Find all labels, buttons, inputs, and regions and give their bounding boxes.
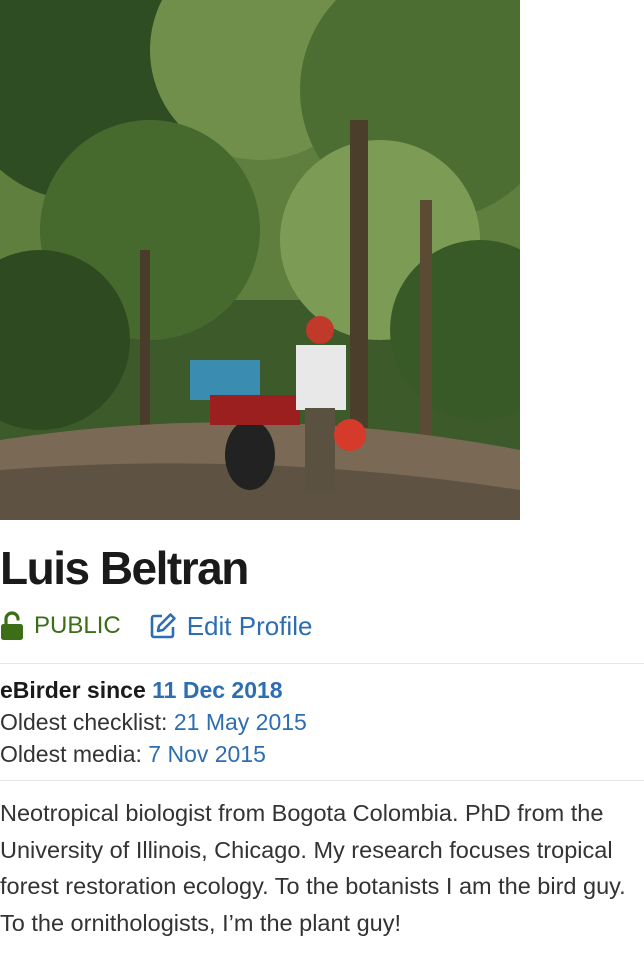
divider (0, 780, 644, 781)
oldest-media-value: 7 Nov 2015 (148, 741, 266, 767)
oldest-media-label: Oldest media: (0, 741, 142, 767)
divider (0, 663, 644, 664)
visibility-label: PUBLIC (34, 612, 121, 639)
ebirder-since-label: eBirder since (0, 677, 146, 703)
oldest-checklist-label: Oldest checklist: (0, 709, 168, 735)
edit-profile-link[interactable]: Edit Profile (149, 610, 313, 642)
edit-profile-label: Edit Profile (186, 610, 313, 641)
profile-name: Luis Beltran (0, 542, 249, 594)
oldest-checklist: Oldest checklist: 21 May 2015 (0, 706, 307, 738)
ebirder-since-value: 11 Dec 2018 (152, 677, 283, 703)
forest-photo-illustration (0, 0, 520, 520)
unlock-icon (1, 611, 23, 640)
profile-actions: PUBLIC Edit Profile (0, 608, 312, 644)
ebirder-since: eBirder since 11 Dec 2018 (0, 674, 307, 706)
visibility-status: PUBLIC (0, 611, 121, 641)
edit-icon (150, 613, 176, 639)
oldest-media: Oldest media: 7 Nov 2015 (0, 738, 307, 770)
oldest-checklist-value: 21 May 2015 (173, 709, 307, 735)
profile-photo (0, 0, 520, 520)
profile-bio: Neotropical biologist from Bogota Colomb… (0, 800, 626, 936)
profile-dates: eBirder since 11 Dec 2018 Oldest checkli… (0, 674, 307, 770)
